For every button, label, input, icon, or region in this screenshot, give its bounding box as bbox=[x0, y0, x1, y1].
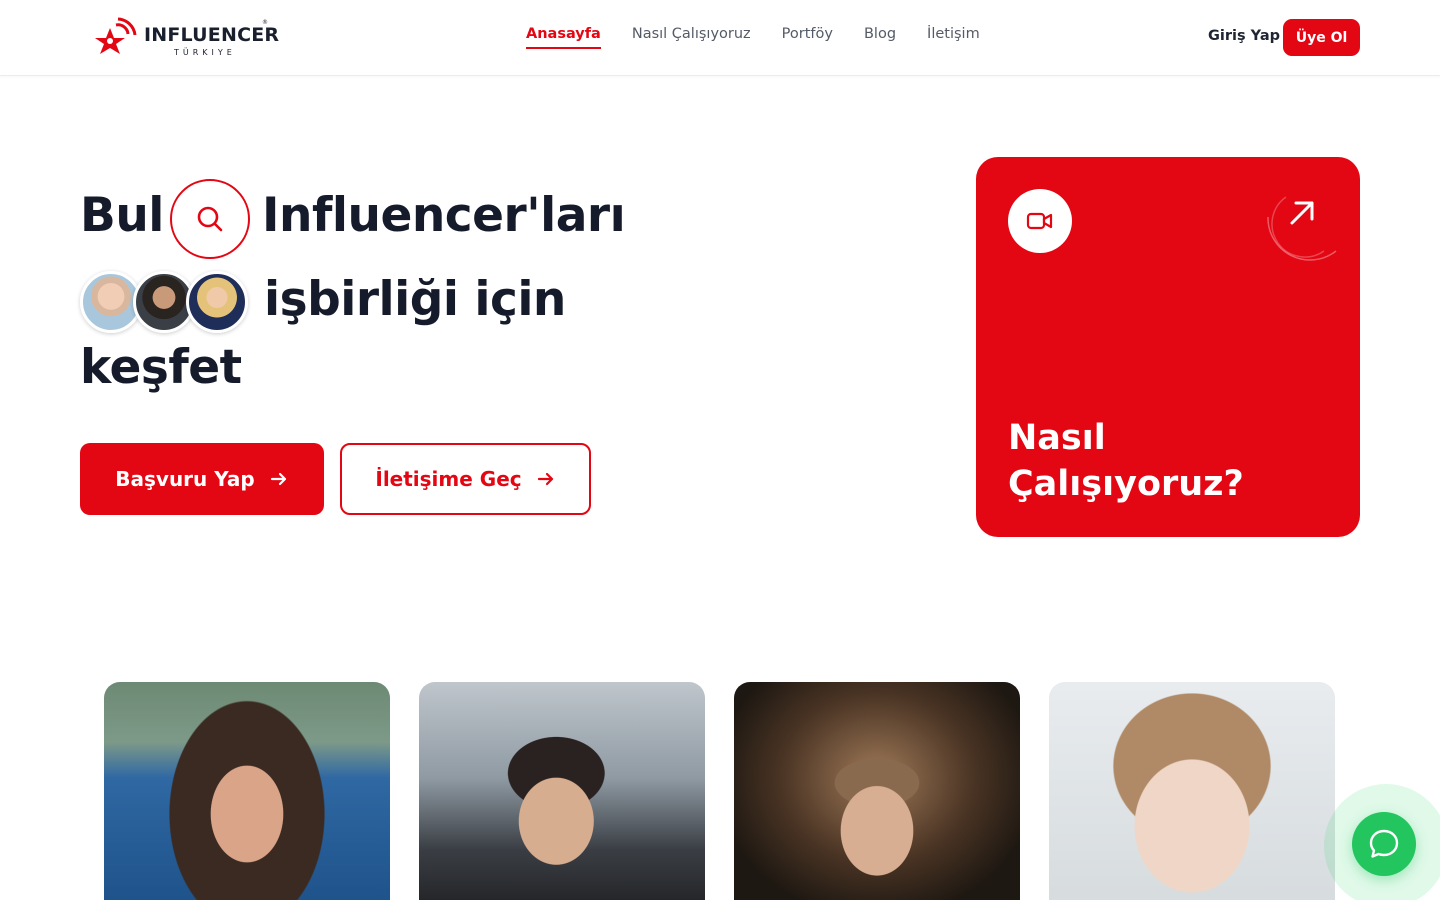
hero-word-find: Bul bbox=[80, 188, 164, 243]
nav-item-portfolio[interactable]: Portföy bbox=[782, 26, 833, 42]
nav-item-contact[interactable]: İletişim bbox=[927, 26, 980, 42]
hero-line-discover: keşfet bbox=[80, 340, 242, 395]
influencer-photo-3[interactable] bbox=[734, 682, 1020, 900]
contact-button[interactable]: İletişime Geç bbox=[340, 443, 591, 515]
hero-word-influencers: Influencer'ları bbox=[262, 188, 626, 243]
apply-button-label: Başvuru Yap bbox=[115, 467, 255, 491]
registered-mark: ® bbox=[262, 19, 268, 26]
contact-button-label: İletişime Geç bbox=[375, 467, 522, 491]
star-signal-logo-icon bbox=[95, 17, 137, 54]
login-link[interactable]: Giriş Yap bbox=[1208, 28, 1280, 44]
nav-item-blog[interactable]: Blog bbox=[864, 26, 896, 42]
video-camera-icon bbox=[1026, 212, 1053, 230]
site-header: INFLUENCER ® TÜRKIYE Anasayfa Nasıl Çalı… bbox=[0, 0, 1440, 76]
arrow-up-right-icon[interactable] bbox=[1266, 177, 1358, 273]
influencer-photo-1[interactable] bbox=[104, 682, 390, 900]
arrow-right-icon bbox=[537, 472, 553, 486]
brand-name: INFLUENCER bbox=[144, 24, 280, 46]
video-badge bbox=[1008, 189, 1072, 253]
chat-button[interactable] bbox=[1352, 812, 1416, 876]
hero-search-badge bbox=[170, 179, 250, 259]
chat-bubble-icon bbox=[1369, 829, 1399, 858]
avatar-group bbox=[80, 271, 250, 335]
hero-line-collaboration: işbirliği için bbox=[264, 272, 566, 327]
apply-button[interactable]: Başvuru Yap bbox=[80, 443, 324, 515]
search-icon bbox=[197, 206, 223, 232]
influencer-photo-2[interactable] bbox=[419, 682, 705, 900]
signup-button[interactable]: Üye Ol bbox=[1283, 19, 1360, 56]
influencer-photo-4[interactable] bbox=[1049, 682, 1335, 900]
avatar bbox=[186, 271, 248, 333]
arrow-right-icon bbox=[270, 472, 286, 486]
brand-logo[interactable]: INFLUENCER ® TÜRKIYE bbox=[94, 16, 279, 62]
brand-subtitle: TÜRKIYE bbox=[174, 48, 236, 57]
how-we-work-card[interactable]: Nasıl Çalışıyoruz? bbox=[976, 157, 1360, 537]
nav-item-home[interactable]: Anasayfa bbox=[526, 26, 601, 49]
nav-item-how-we-work[interactable]: Nasıl Çalışıyoruz bbox=[632, 26, 751, 42]
card-title: Nasıl Çalışıyoruz? bbox=[1008, 418, 1244, 504]
main-nav: Anasayfa Nasıl Çalışıyoruz Portföy Blog … bbox=[526, 26, 1011, 49]
